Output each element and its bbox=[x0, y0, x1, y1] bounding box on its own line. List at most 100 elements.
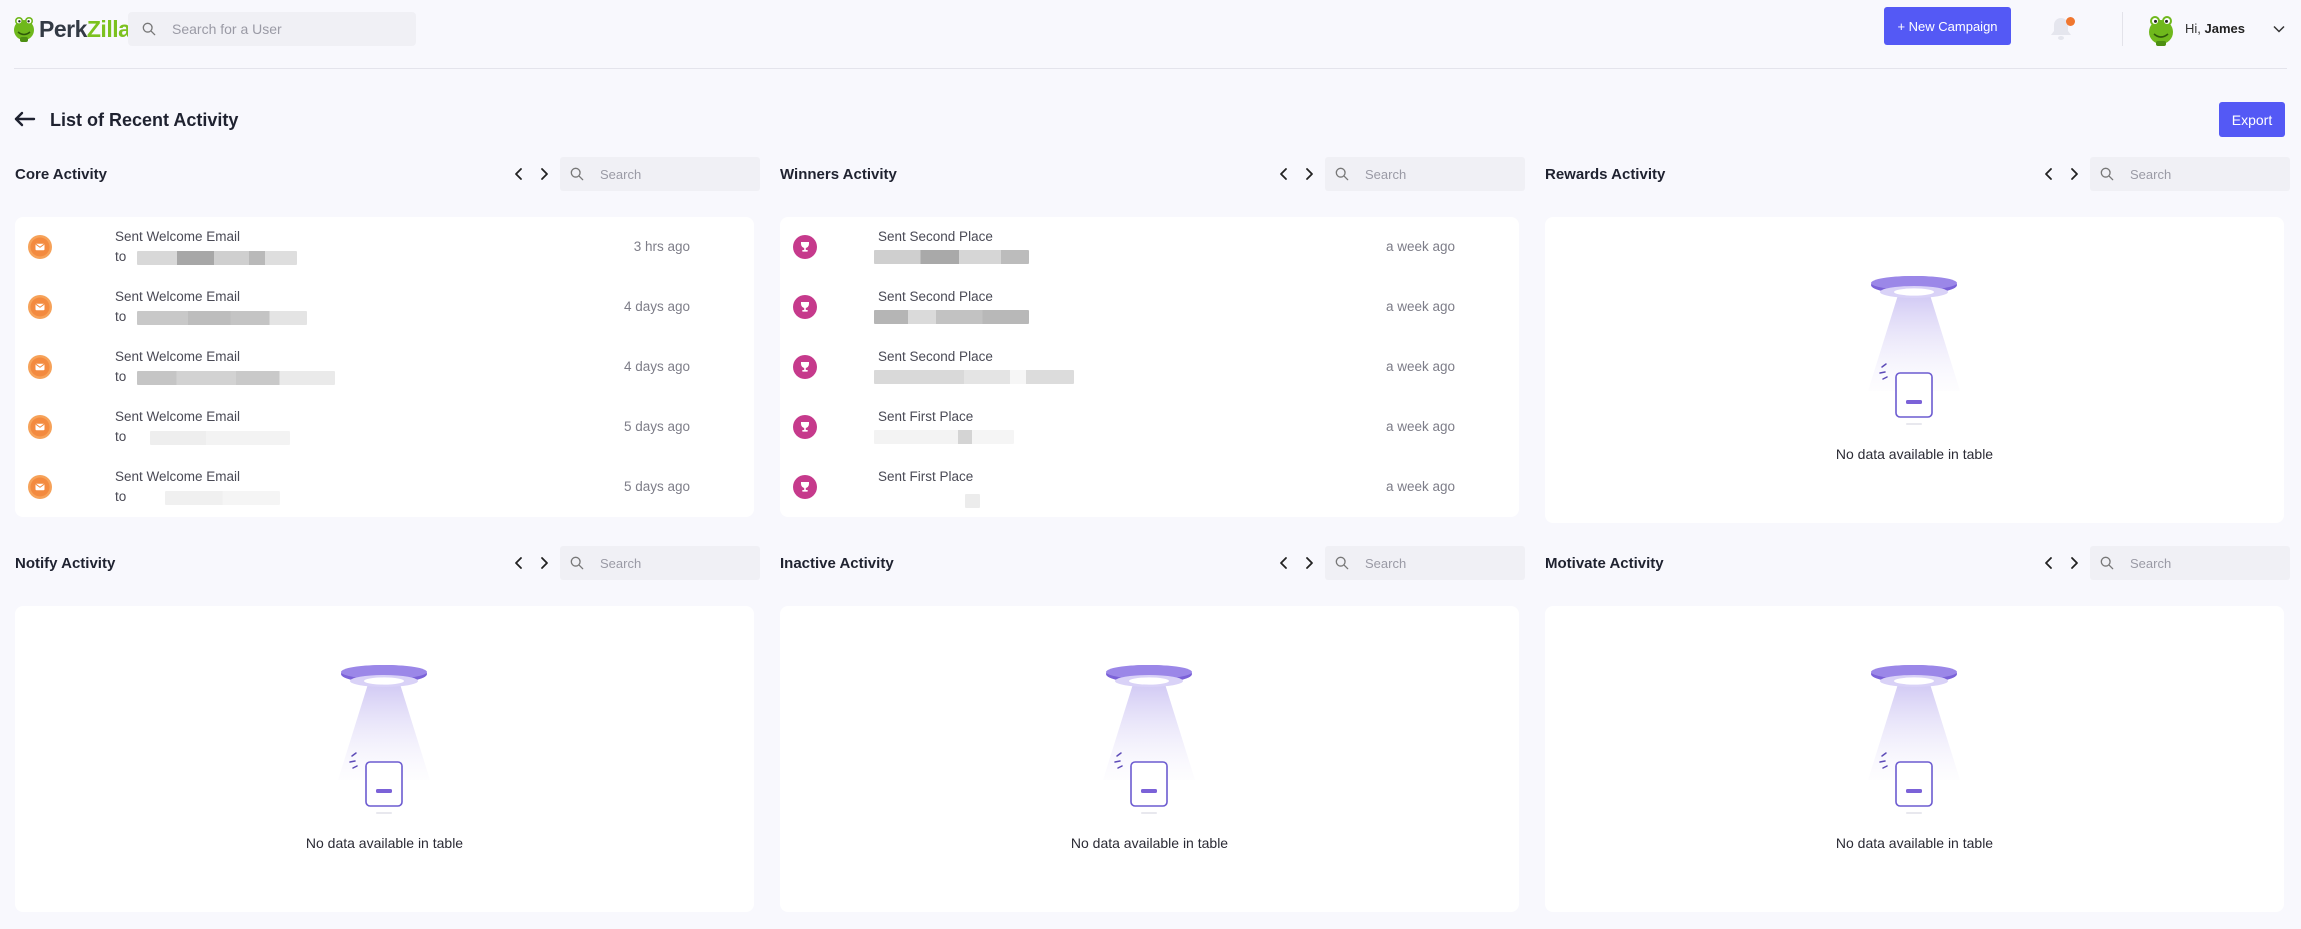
top-bar: PerkZilla + New Campaign Hi, James bbox=[0, 0, 2301, 58]
user-avatar-icon[interactable] bbox=[2146, 13, 2176, 47]
motivate-activity-header: Motivate Activity bbox=[1545, 546, 2290, 580]
email-icon bbox=[28, 295, 52, 319]
search-icon bbox=[570, 556, 584, 570]
winners-activity-header: Winners Activity bbox=[780, 157, 1525, 191]
chevron-left-icon[interactable] bbox=[1276, 555, 1292, 571]
chevron-right-icon[interactable] bbox=[1301, 166, 1317, 182]
chevron-down-icon[interactable] bbox=[2273, 25, 2285, 33]
redacted-recipient bbox=[874, 370, 1074, 384]
activity-row[interactable]: Sent Welcome Email to 5 days ago bbox=[15, 397, 754, 457]
redacted-recipient bbox=[137, 371, 335, 385]
search-icon bbox=[1335, 556, 1349, 570]
winners-search-box bbox=[1325, 157, 1525, 191]
chevron-right-icon[interactable] bbox=[1301, 555, 1317, 571]
trophy-icon bbox=[793, 295, 817, 319]
notify-activity-header: Notify Activity bbox=[15, 546, 760, 580]
activity-row[interactable]: Sent Welcome Email to 4 days ago bbox=[15, 277, 754, 337]
header-separator bbox=[14, 68, 2287, 69]
redacted-recipient bbox=[137, 251, 297, 265]
user-greeting[interactable]: Hi, James bbox=[2185, 21, 2245, 36]
zilla-mascot-icon bbox=[14, 17, 34, 42]
new-campaign-button[interactable]: + New Campaign bbox=[1884, 7, 2011, 45]
chevron-left-icon[interactable] bbox=[2041, 166, 2057, 182]
winners-activity-title: Winners Activity bbox=[780, 166, 897, 183]
search-icon bbox=[570, 167, 584, 181]
empty-state-text: No data available in table bbox=[1835, 446, 1994, 462]
search-icon bbox=[142, 22, 156, 36]
redacted-recipient bbox=[874, 430, 1014, 444]
notify-activity-title: Notify Activity bbox=[15, 555, 116, 572]
redacted-recipient bbox=[965, 494, 980, 508]
activity-row[interactable]: Sent Second Place a week ago bbox=[780, 337, 1519, 397]
notify-search-box bbox=[560, 546, 760, 580]
trophy-icon bbox=[793, 235, 817, 259]
email-icon bbox=[28, 235, 52, 259]
chevron-right-icon[interactable] bbox=[536, 166, 552, 182]
activity-row[interactable]: Sent Second Place a week ago bbox=[780, 217, 1519, 277]
chevron-left-icon[interactable] bbox=[511, 166, 527, 182]
perkzilla-logo[interactable]: PerkZilla bbox=[12, 14, 131, 44]
chevron-right-icon[interactable] bbox=[2066, 555, 2082, 571]
export-button[interactable]: Export bbox=[2219, 102, 2285, 137]
user-search-box bbox=[128, 12, 416, 46]
ufo-empty-illustration-icon bbox=[1864, 273, 1964, 433]
header-divider bbox=[2122, 12, 2123, 46]
motivate-search-input[interactable] bbox=[2130, 555, 2280, 571]
activity-row[interactable]: Sent First Place a week ago bbox=[780, 457, 1519, 517]
trophy-icon bbox=[793, 355, 817, 379]
chevron-left-icon[interactable] bbox=[2041, 555, 2057, 571]
chevron-left-icon[interactable] bbox=[511, 555, 527, 571]
redacted-recipient bbox=[165, 491, 280, 505]
winners-activity-card: Sent Second Place a week ago Sent Second… bbox=[780, 217, 1519, 517]
notification-dot bbox=[2066, 17, 2075, 26]
activity-row[interactable]: Sent Welcome Email to 3 hrs ago bbox=[15, 217, 754, 277]
chevron-right-icon[interactable] bbox=[536, 555, 552, 571]
inactive-activity-card: No data available in table bbox=[780, 606, 1519, 912]
activity-row[interactable]: Sent Second Place a week ago bbox=[780, 277, 1519, 337]
notify-activity-card: No data available in table bbox=[15, 606, 754, 912]
search-icon bbox=[2100, 167, 2114, 181]
core-activity-header: Core Activity bbox=[15, 157, 760, 191]
rewards-search-box bbox=[2090, 157, 2290, 191]
chevron-left-icon[interactable] bbox=[1276, 166, 1292, 182]
empty-state-text: No data available in table bbox=[305, 835, 464, 851]
ufo-empty-illustration-icon bbox=[334, 662, 434, 822]
trophy-icon bbox=[793, 415, 817, 439]
activity-row[interactable]: Sent Welcome Email to 4 days ago bbox=[15, 337, 754, 397]
motivate-activity-card: No data available in table bbox=[1545, 606, 2284, 912]
core-search-input[interactable] bbox=[600, 166, 750, 182]
core-activity-title: Core Activity bbox=[15, 166, 107, 183]
inactive-search-input[interactable] bbox=[1365, 555, 1515, 571]
winners-search-input[interactable] bbox=[1365, 166, 1515, 182]
ufo-empty-illustration-icon bbox=[1099, 662, 1199, 822]
chevron-right-icon[interactable] bbox=[2066, 166, 2082, 182]
rewards-activity-title: Rewards Activity bbox=[1545, 166, 1666, 183]
email-icon bbox=[28, 415, 52, 439]
search-icon bbox=[1335, 167, 1349, 181]
trophy-icon bbox=[793, 475, 817, 499]
ufo-empty-illustration-icon bbox=[1864, 662, 1964, 822]
core-search-box bbox=[560, 157, 760, 191]
logo-text: PerkZilla bbox=[39, 15, 131, 42]
user-search-input[interactable] bbox=[172, 21, 392, 37]
redacted-recipient bbox=[150, 431, 290, 445]
activity-row[interactable]: Sent First Place a week ago bbox=[780, 397, 1519, 457]
inactive-activity-header: Inactive Activity bbox=[780, 546, 1525, 580]
email-icon bbox=[28, 475, 52, 499]
back-arrow-icon[interactable] bbox=[14, 111, 36, 127]
redacted-recipient bbox=[874, 250, 1029, 264]
empty-state-text: No data available in table bbox=[1835, 835, 1994, 851]
page-title: List of Recent Activity bbox=[50, 110, 239, 130]
email-icon bbox=[28, 355, 52, 379]
redacted-recipient bbox=[137, 311, 307, 325]
activity-row[interactable]: Sent Welcome Email to 5 days ago bbox=[15, 457, 754, 517]
notify-search-input[interactable] bbox=[600, 555, 750, 571]
inactive-search-box bbox=[1325, 546, 1525, 580]
rewards-activity-card: No data available in table bbox=[1545, 217, 2284, 523]
core-activity-card: Sent Welcome Email to 3 hrs ago Sent Wel… bbox=[15, 217, 754, 517]
rewards-search-input[interactable] bbox=[2130, 166, 2280, 182]
motivate-search-box bbox=[2090, 546, 2290, 580]
motivate-activity-title: Motivate Activity bbox=[1545, 555, 1664, 572]
user-name: James bbox=[2204, 21, 2245, 36]
search-icon bbox=[2100, 556, 2114, 570]
